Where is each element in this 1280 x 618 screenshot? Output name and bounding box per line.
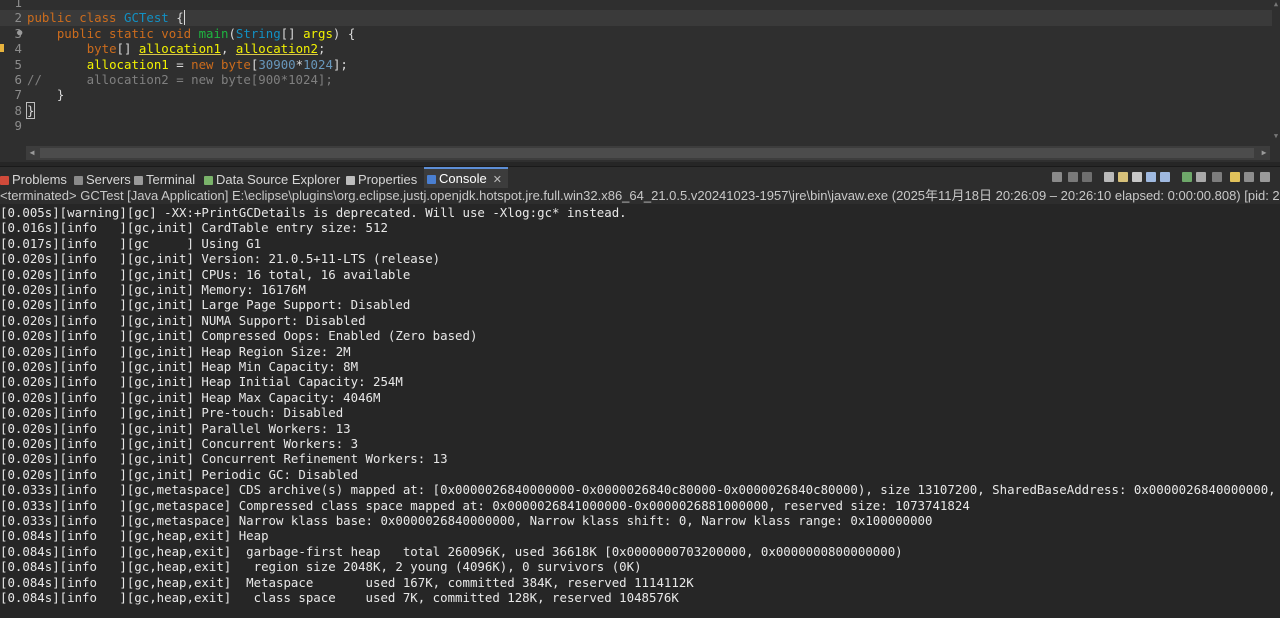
editor-horizontal-scrollbar[interactable]: ◀ ▶: [26, 146, 1270, 160]
code-line[interactable]: 2 public class GCTest {: [0, 10, 1272, 26]
tab-terminal[interactable]: Terminal: [134, 170, 195, 189]
log-line: [0.020s][info ][gc,init] NUMA Support: D…: [0, 312, 366, 328]
log-line: [0.020s][info ][gc,init] Version: 21.0.5…: [0, 251, 441, 267]
log-line: [0.020s][info ][gc,init] Parallel Worker…: [0, 420, 351, 436]
code-text[interactable]: // allocation2 = new byte[900*1024];: [27, 72, 333, 87]
log-line: [0.020s][info ][gc,init] Memory: 16176M: [0, 282, 306, 297]
code-line[interactable]: 3 public static void main(String[] args)…: [0, 26, 1272, 41]
console-launch-header: <terminated> GCTest [Java Application] E…: [0, 188, 1280, 204]
view-tab-bar: Problems Servers Terminal Data Source Explo…: [0, 166, 1280, 189]
code-line[interactable]: 4 byte[] allocation1, allocation2;: [0, 41, 1272, 56]
clear-console-icon[interactable]: [1104, 172, 1114, 182]
console-output[interactable]: [0.005s][warning][gc] -XX:+PrintGCDetail…: [0, 204, 1280, 618]
code-line[interactable]: 9: [0, 118, 1272, 133]
show-on-output-icon[interactable]: [1146, 172, 1156, 182]
scroll-down-icon[interactable]: ▼: [1272, 132, 1280, 140]
servers-icon: [74, 176, 83, 185]
log-line: [0.020s][info ][gc,init] Large Page Supp…: [0, 297, 411, 313]
log-line: [0.084s][info ][gc,heap,exit] garbage-fi…: [0, 543, 903, 559]
code-text[interactable]: public static void main(String[] args) {: [27, 26, 355, 41]
log-line: [0.020s][info ][gc,init] Concurrent Refi…: [0, 451, 448, 467]
log-line: [0.020s][info ][gc,init] Pre-touch: Disa…: [0, 405, 344, 421]
tab-label: Terminal: [146, 172, 196, 187]
scrollbar-thumb[interactable]: [40, 148, 1254, 158]
console-icon: [427, 175, 436, 184]
properties-icon: [346, 176, 355, 185]
problems-icon: [0, 176, 9, 185]
data-source-explorer-icon: [204, 176, 213, 185]
view-menu-icon[interactable]: [1260, 172, 1270, 182]
line-number: 5: [14, 56, 22, 72]
code-line[interactable]: 5 allocation1 = new byte[30900*1024];: [0, 57, 1272, 72]
log-line: [0.020s][info ][gc,init] CPUs: 16 total,…: [0, 266, 411, 282]
log-line: [0.020s][info ][gc,init] Periodic GC: Di…: [0, 466, 359, 482]
line-number: 7: [14, 87, 22, 103]
code-text[interactable]: }: [27, 87, 64, 102]
tab-problems[interactable]: Problems: [0, 170, 67, 189]
tab-data-source-explorer[interactable]: Data Source Explorer: [204, 170, 340, 189]
terminate-icon[interactable]: [1052, 172, 1062, 182]
open-console-chevron-icon[interactable]: [1244, 172, 1254, 182]
log-line: [0.017s][info ][gc ] Using G1: [0, 235, 262, 251]
line-number: 9: [14, 118, 22, 134]
tab-label: Properties: [358, 172, 418, 187]
display-menu-chevron-icon[interactable]: [1212, 172, 1222, 182]
fold-marker-icon[interactable]: ●: [17, 26, 22, 41]
log-line: [0.084s][info ][gc,heap,exit] class spac…: [0, 590, 679, 605]
code-text[interactable]: public class GCTest {: [27, 10, 185, 26]
code-editor[interactable]: 1 2 public class GCTest {3 public static v…: [0, 0, 1280, 162]
line-number: 8: [14, 102, 22, 118]
log-line: [0.033s][info ][gc,metaspace] Narrow kla…: [0, 513, 933, 528]
remove-all-icon[interactable]: [1082, 172, 1092, 182]
code-line[interactable]: 8}: [0, 101, 1272, 119]
tab-label: Data Source Explorer: [216, 172, 341, 187]
log-line: [0.016s][info ][gc,init] CardTable entry…: [0, 220, 388, 236]
tab-properties[interactable]: Properties: [346, 170, 417, 189]
tab-label: Servers: [86, 172, 131, 187]
log-line: [0.020s][info ][gc,init] Compressed Oops…: [0, 328, 478, 344]
log-line: [0.020s][info ][gc,init] Heap Max Capaci…: [0, 389, 381, 405]
log-line: [0.084s][info ][gc,heap,exit] region siz…: [0, 559, 642, 575]
terminal-icon: [134, 176, 143, 185]
word-wrap-icon[interactable]: [1132, 172, 1142, 182]
log-line: [0.084s][info ][gc,heap,exit] Metaspace …: [0, 574, 694, 590]
show-on-error-icon[interactable]: [1160, 172, 1170, 182]
tab-label: Problems: [12, 172, 67, 187]
editor-vertical-scrollbar[interactable]: ▲ ▼: [1272, 0, 1280, 162]
display-console-icon[interactable]: [1196, 172, 1206, 182]
log-line: [0.020s][info ][gc,init] Heap Min Capaci…: [0, 359, 359, 374]
line-number: 2: [14, 10, 22, 26]
console-toolbar: [1048, 169, 1280, 187]
line-number: 1: [14, 0, 22, 10]
tab-servers[interactable]: Servers: [74, 170, 131, 189]
code-line[interactable]: 1: [0, 0, 1272, 10]
tab-console[interactable]: Console ✕: [424, 167, 508, 189]
log-line: [0.033s][info ][gc,metaspace] Compressed…: [0, 497, 970, 513]
code-text[interactable]: byte[] allocation1, allocation2;: [27, 41, 326, 56]
scroll-left-icon[interactable]: ◀: [26, 146, 38, 160]
log-line: [0.020s][info ][gc,init] Heap Region Siz…: [0, 343, 351, 359]
code-line[interactable]: 6 // allocation2 = new byte[900*1024];: [0, 72, 1272, 87]
tab-label: Console: [439, 171, 487, 186]
log-line: [0.084s][info ][gc,heap,exit] Heap: [0, 528, 269, 544]
code-text[interactable]: }: [25, 101, 36, 119]
log-line: [0.020s][info ][gc,init] Concurrent Work…: [0, 436, 359, 451]
log-line: [0.033s][info ][gc,metaspace] CDS archiv…: [0, 482, 1280, 498]
log-line: [0.020s][info ][gc,init] Heap Initial Ca…: [0, 374, 403, 390]
open-console-icon[interactable]: [1230, 172, 1240, 182]
scroll-up-icon[interactable]: ▲: [1272, 0, 1280, 8]
close-icon[interactable]: ✕: [493, 174, 502, 186]
scroll-lock-icon[interactable]: [1118, 172, 1128, 182]
warning-marker-icon[interactable]: [0, 44, 4, 52]
scroll-right-icon[interactable]: ▶: [1258, 146, 1270, 160]
log-line: [0.005s][warning][gc] -XX:+PrintGCDetail…: [0, 205, 627, 220]
remove-launch-icon[interactable]: [1068, 172, 1078, 182]
code-line[interactable]: 7 }: [0, 87, 1272, 102]
code-text[interactable]: allocation1 = new byte[30900*1024];: [27, 57, 348, 72]
pin-console-icon[interactable]: [1182, 172, 1192, 182]
line-number: 6: [14, 72, 22, 87]
